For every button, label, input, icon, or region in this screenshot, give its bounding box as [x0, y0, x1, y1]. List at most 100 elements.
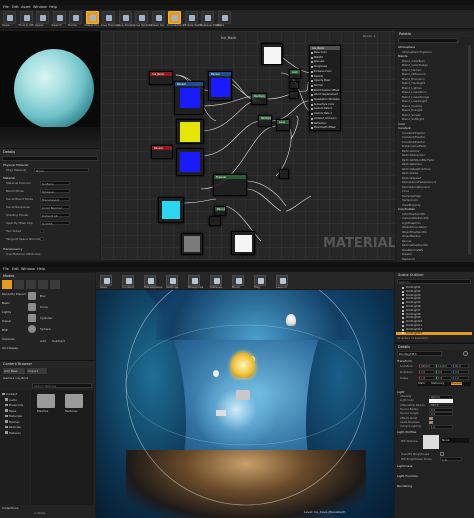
- light-checkbox[interactable]: [429, 416, 433, 420]
- modes-item[interactable]: Cone: [40, 305, 48, 309]
- graph-panel[interactable]: Ice_Rock Zoom -1 MATERIAL Ice_Rock Param…: [101, 31, 395, 260]
- palette-item[interactable]: ViewProperty: [402, 203, 420, 207]
- pin-icon[interactable]: [311, 89, 313, 92]
- light-value-field[interactable]: 6000.0: [429, 395, 453, 399]
- palette-item[interactable]: Color: [398, 122, 405, 126]
- modes-item[interactable]: Box: [40, 294, 46, 298]
- details-search-icon[interactable]: [463, 351, 468, 356]
- folder-icon[interactable]: [65, 394, 83, 408]
- path-folder[interactable]: ice_Rock: [15, 376, 28, 380]
- camera-icon[interactable]: [216, 410, 226, 416]
- palette-item[interactable]: Blend_Screen: [402, 113, 421, 117]
- folder-tree-item[interactable]: Blueprints: [9, 403, 23, 407]
- multiply-node[interactable]: Multiply: [251, 93, 267, 105]
- palette-item[interactable]: Blend_Lighten: [402, 86, 422, 90]
- details-row-field[interactable]: 0.3333: [40, 221, 70, 226]
- palette-item[interactable]: ActorPositionWS: [402, 212, 425, 216]
- folder-tree-item[interactable]: Maps: [9, 409, 16, 413]
- pin-icon[interactable]: [311, 122, 313, 125]
- lerp-node[interactable]: Lerp: [276, 119, 290, 131]
- transform-field[interactable]: 1.0: [419, 376, 435, 380]
- mobility-static[interactable]: Static: [418, 382, 425, 385]
- pin-icon[interactable]: [311, 75, 313, 78]
- pin-icon[interactable]: [311, 103, 313, 106]
- csg-subtract[interactable]: Subtract: [52, 339, 65, 343]
- transform-field[interactable]: 1.0: [453, 376, 469, 380]
- transform-field[interactable]: 1.0: [436, 376, 452, 380]
- small-node[interactable]: [209, 216, 221, 226]
- light-value-field[interactable]: 1.0: [429, 425, 453, 429]
- light-value-field[interactable]: 0.0: [429, 412, 453, 416]
- multiply-node[interactable]: Multiply: [258, 115, 272, 127]
- palette-item[interactable]: CameraPositionWS: [402, 216, 428, 220]
- ies-brightness-field[interactable]: 1.0: [440, 457, 462, 462]
- add-new-button[interactable]: Add New: [3, 368, 25, 374]
- ies-checkbox[interactable]: [440, 452, 444, 456]
- pin-icon[interactable]: [311, 84, 313, 87]
- menu-help[interactable]: Help: [49, 5, 57, 9]
- palette-item[interactable]: Blend_ColorBurn: [402, 59, 425, 63]
- palette-item[interactable]: ParticleSize: [402, 171, 418, 175]
- small-node[interactable]: [289, 91, 299, 99]
- details-row-field[interactable]: Surface: [40, 181, 70, 186]
- ies-thumbnail[interactable]: [423, 435, 439, 449]
- level-viewport[interactable]: Level: Ice_Cave (Persistent): [96, 290, 394, 518]
- place-mode-icon[interactable]: [2, 280, 12, 289]
- palette-scrollbar[interactable]: [468, 45, 471, 255]
- pin-icon[interactable]: [311, 108, 313, 111]
- transform-field[interactable]: 0.0: [419, 370, 435, 374]
- shape-thumb-icon[interactable]: [28, 303, 36, 311]
- menu-file[interactable]: File: [3, 5, 9, 9]
- foliage-mode-icon[interactable]: [38, 280, 48, 289]
- palette-item[interactable]: Blend_LinearBurn: [402, 90, 427, 94]
- palette-item[interactable]: Rotator: [402, 252, 412, 256]
- geometry-mode-icon[interactable]: [50, 280, 60, 289]
- mobility-stationary[interactable]: Stationary: [431, 382, 444, 385]
- pin-icon[interactable]: [311, 65, 313, 68]
- pin-icon[interactable]: [311, 80, 313, 82]
- palette-item[interactable]: Blend_LinearLight: [402, 99, 427, 103]
- pin-icon[interactable]: [311, 70, 313, 73]
- palette-item[interactable]: ParticleColor: [402, 149, 420, 153]
- transform-field[interactable]: 0.0: [436, 370, 452, 374]
- import-button[interactable]: Import: [27, 368, 47, 374]
- palette-item[interactable]: Blend_Overlay: [402, 104, 422, 108]
- content-search[interactable]: Search Textures: [32, 383, 92, 388]
- shape-thumb-icon[interactable]: [28, 292, 36, 300]
- menu-window[interactable]: Window: [33, 5, 47, 9]
- menu-help[interactable]: Help: [37, 267, 45, 271]
- palette-item[interactable]: ParticleDirection: [402, 153, 425, 157]
- section-material[interactable]: Material: [3, 176, 15, 180]
- ies-value[interactable]: None: [441, 438, 469, 443]
- modes-category[interactable]: Basic: [2, 301, 10, 305]
- light-value-field[interactable]: 0.0: [429, 407, 453, 412]
- paint-mode-icon[interactable]: [14, 280, 24, 289]
- palette-item[interactable]: Blend_Darken: [402, 68, 421, 72]
- palette-item[interactable]: Blend_SoftLight: [402, 117, 424, 121]
- section-transform[interactable]: Transform: [397, 359, 412, 363]
- modes-category[interactable]: Lights: [2, 310, 11, 314]
- light-bulb-icon[interactable]: [286, 314, 296, 326]
- texture-node[interactable]: Ice_Rock: [149, 71, 173, 85]
- selected-light-icon[interactable]: [231, 352, 255, 378]
- palette-item[interactable]: Panner: [402, 239, 412, 243]
- mobility-toggle[interactable]: Static Stationary Movable: [417, 382, 471, 386]
- modes-category[interactable]: All Classes: [2, 346, 18, 350]
- details-row-field[interactable]: Opaque: [40, 189, 70, 194]
- section-light[interactable]: Light: [397, 390, 405, 394]
- palette-item[interactable]: ParticleMotionBlurFade: [402, 158, 434, 162]
- palette-item[interactable]: Blend_ColorDodge: [402, 63, 428, 67]
- palette-item[interactable]: Blend_HardLight: [402, 81, 425, 85]
- palette-item[interactable]: Blends: [398, 54, 407, 58]
- pin-icon[interactable]: [311, 61, 313, 64]
- palette-item[interactable]: Blend_Difference: [402, 72, 426, 76]
- palette-item[interactable]: Blend_Exclusion: [402, 77, 425, 81]
- palette-item[interactable]: TwoSidedSign: [402, 194, 421, 198]
- folder-tree-item[interactable]: Audio: [9, 398, 17, 402]
- folder-tree-item[interactable]: Particles: [9, 425, 21, 429]
- landscape-mode-icon[interactable]: [26, 280, 36, 289]
- light-checkbox[interactable]: [429, 420, 433, 425]
- pin-icon[interactable]: [311, 94, 313, 97]
- menu-edit[interactable]: Edit: [12, 267, 19, 271]
- palette-item[interactable]: ObjectPositionWS: [402, 230, 427, 234]
